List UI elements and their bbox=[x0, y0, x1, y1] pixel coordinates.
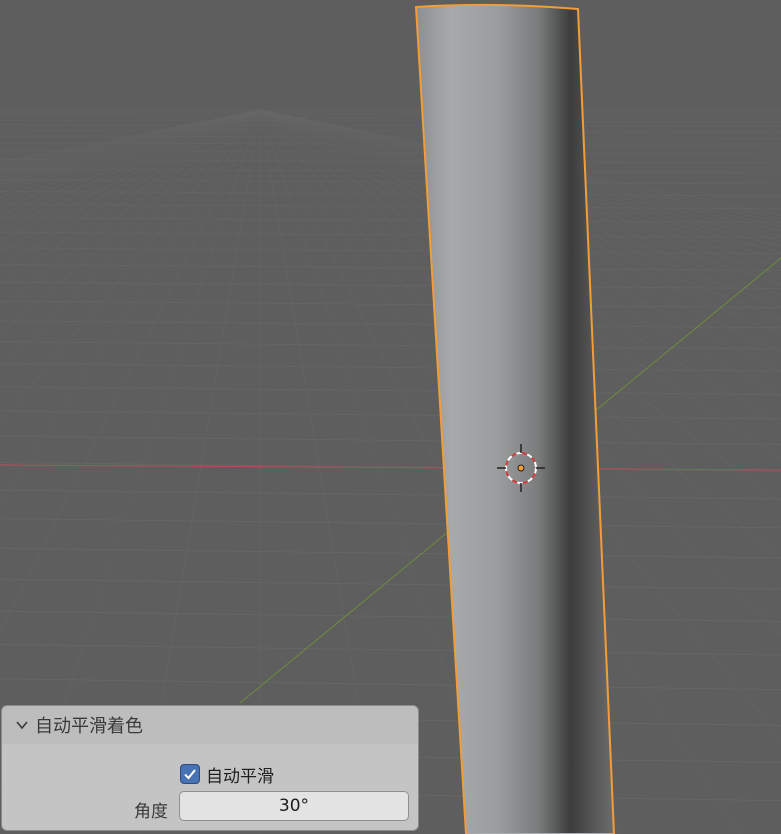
auto-smooth-toggle[interactable]: 自动平滑 bbox=[180, 762, 274, 787]
operator-panel: 自动平滑着色 自动平滑 角度 30° bbox=[1, 705, 419, 831]
angle-value: 30° bbox=[278, 796, 310, 816]
auto-smooth-checkbox[interactable] bbox=[180, 764, 200, 784]
chevron-down-icon bbox=[16, 721, 28, 730]
operator-panel-title: 自动平滑着色 bbox=[35, 716, 143, 737]
auto-smooth-label: 自动平滑 bbox=[206, 766, 274, 787]
operator-panel-body: 自动平滑 角度 30° bbox=[2, 744, 418, 830]
angle-field[interactable]: 30° bbox=[179, 791, 409, 821]
x-axis-line bbox=[0, 464, 781, 471]
operator-panel-header[interactable]: 自动平滑着色 bbox=[2, 706, 418, 744]
cylinder-object[interactable] bbox=[414, 3, 616, 834]
checkmark-icon bbox=[184, 769, 196, 780]
angle-label: 角度 bbox=[134, 802, 168, 822]
